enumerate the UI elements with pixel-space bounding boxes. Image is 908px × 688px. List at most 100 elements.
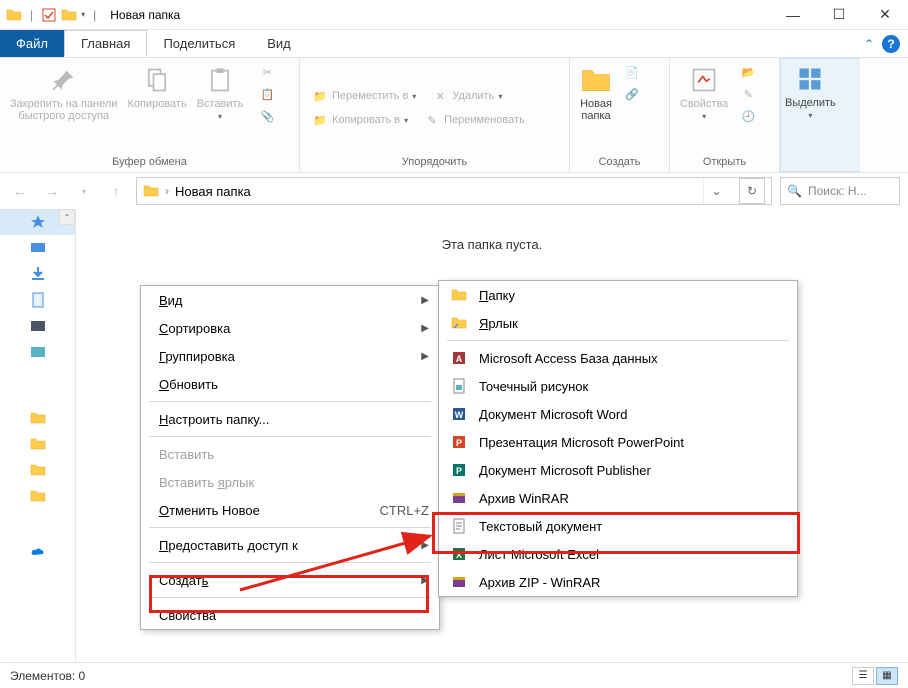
address-bar[interactable]: › Новая папка ⌄ ↻: [136, 177, 772, 205]
nav-up[interactable]: ↑: [104, 179, 128, 203]
tab-file[interactable]: Файл: [0, 30, 64, 57]
tree-videos[interactable]: [0, 313, 75, 339]
tab-share[interactable]: Поделиться: [147, 30, 251, 57]
search-icon: 🔍: [787, 184, 802, 198]
copy-path-button[interactable]: 📋: [255, 84, 279, 104]
svg-text:P: P: [456, 466, 462, 476]
history-button[interactable]: 🕘: [736, 106, 760, 126]
tab-home[interactable]: Главная: [64, 30, 147, 57]
tree-folder4[interactable]: [0, 483, 75, 509]
ribbon-tabs: Файл Главная Поделиться Вид ⌃ ?: [0, 30, 908, 58]
qat-checkbox-icon[interactable]: [41, 7, 57, 23]
view-details-button[interactable]: ☰: [852, 667, 874, 685]
context-menu: Вид▶ Сортировка▶ Группировка▶ Обновить Н…: [140, 285, 440, 630]
status-elements: Элементов: 0: [10, 669, 85, 683]
tree-onedrive[interactable]: [0, 539, 75, 565]
close-button[interactable]: ✕: [862, 0, 908, 30]
ctx-give-access[interactable]: Предоставить доступ к▶: [141, 531, 439, 559]
empty-folder-label: Эта папка пуста.: [442, 237, 543, 252]
select-button[interactable]: Выделить ▾: [783, 61, 838, 122]
ctx-new-shortcut[interactable]: Ярлык: [439, 309, 797, 337]
ctx-undo[interactable]: Отменить НовоеCTRL+Z: [141, 496, 439, 524]
folder-icon: [6, 7, 22, 23]
tree-folder3[interactable]: [0, 457, 75, 483]
svg-text:A: A: [456, 354, 463, 364]
open-button[interactable]: 📂: [736, 62, 760, 82]
breadcrumb-chevron[interactable]: ›: [165, 184, 169, 198]
nav-back[interactable]: ←: [8, 179, 32, 203]
copy-button[interactable]: Копировать: [125, 62, 188, 112]
tab-view[interactable]: Вид: [251, 30, 307, 57]
delete-button[interactable]: ✕Удалить ▾: [428, 86, 506, 106]
group-select-label: [783, 165, 858, 169]
refresh-button[interactable]: ↻: [739, 178, 765, 204]
new-folder-button[interactable]: Новая папка: [578, 62, 614, 124]
ctx-properties[interactable]: Свойства: [141, 601, 439, 629]
titlebar: | ▾ | Новая папка — ☐ ✕: [0, 0, 908, 30]
svg-text:X: X: [456, 550, 462, 560]
paste-shortcut-button[interactable]: 📎: [255, 106, 279, 126]
window-title: Новая папка: [110, 8, 180, 22]
ctx-new-zip[interactable]: Архив ZIP - WinRAR: [439, 568, 797, 596]
ctx-new-folder[interactable]: Папку: [439, 281, 797, 309]
tree-pictures[interactable]: [0, 339, 75, 365]
nav-forward[interactable]: →: [40, 179, 64, 203]
properties-button[interactable]: Свойства ▾: [678, 62, 730, 123]
group-organize-label: Упорядочить: [308, 154, 561, 170]
maximize-button[interactable]: ☐: [816, 0, 862, 30]
svg-text:W: W: [455, 410, 464, 420]
nav-recent[interactable]: ▾: [72, 179, 96, 203]
ctx-create[interactable]: Создать▶: [141, 566, 439, 594]
address-dropdown[interactable]: ⌄: [703, 178, 729, 204]
pin-quick-access-button[interactable]: Закрепить на панели быстрого доступа: [8, 62, 119, 124]
ctx-paste: Вставить: [141, 440, 439, 468]
tree-desktop[interactable]: [0, 235, 75, 261]
ctx-new-bitmap[interactable]: Точечный рисунок: [439, 372, 797, 400]
tree-scroll-up[interactable]: ⌃: [59, 209, 75, 225]
ctx-sort[interactable]: Сортировка▶: [141, 314, 439, 342]
cut-button[interactable]: ✂: [255, 62, 279, 82]
titlebar-sep2: |: [93, 8, 96, 22]
group-clipboard-label: Буфер обмена: [8, 154, 291, 170]
address-folder-icon: [143, 183, 159, 199]
context-submenu-create: Папку Ярлык AMicrosoft Access База данны…: [438, 280, 798, 597]
titlebar-sep: |: [30, 8, 33, 22]
search-box[interactable]: 🔍 Поиск: Н...: [780, 177, 900, 205]
ribbon-collapse[interactable]: ⌃: [864, 37, 874, 51]
tree-documents[interactable]: [0, 287, 75, 313]
svg-text:P: P: [456, 438, 462, 448]
ribbon: Закрепить на панели быстрого доступа Коп…: [0, 58, 908, 173]
ctx-new-winrar[interactable]: Архив WinRAR: [439, 484, 797, 512]
ctx-new-word[interactable]: WДокумент Microsoft Word: [439, 400, 797, 428]
easy-access-button[interactable]: 🔗: [620, 84, 644, 104]
qat-folder-icon[interactable]: [61, 7, 77, 23]
view-icons-button[interactable]: ▦: [876, 667, 898, 685]
group-create-label: Создать: [578, 154, 661, 170]
tree-downloads[interactable]: [0, 261, 75, 287]
tree-folder2[interactable]: [0, 431, 75, 457]
minimize-button[interactable]: —: [770, 0, 816, 30]
move-to-button[interactable]: 📁Переместить в ▾: [308, 86, 420, 106]
ctx-refresh[interactable]: Обновить: [141, 370, 439, 398]
tree-folder1[interactable]: [0, 405, 75, 431]
ctx-new-access[interactable]: AMicrosoft Access База данных: [439, 344, 797, 372]
qat-dropdown[interactable]: ▾: [81, 10, 85, 19]
ctx-new-text[interactable]: Текстовый документ: [439, 512, 797, 540]
ctx-paste-shortcut: Вставить ярлык: [141, 468, 439, 496]
edit-button[interactable]: ✎: [736, 84, 760, 104]
help-button[interactable]: ?: [882, 35, 900, 53]
ctx-group[interactable]: Группировка▶: [141, 342, 439, 370]
ctx-new-publisher[interactable]: PДокумент Microsoft Publisher: [439, 456, 797, 484]
rename-button[interactable]: ✎Переименовать: [420, 110, 529, 130]
nav-tree[interactable]: ⌃: [0, 209, 76, 662]
ctx-new-ppt[interactable]: PПрезентация Microsoft PowerPoint: [439, 428, 797, 456]
ctx-customize[interactable]: Настроить папку...: [141, 405, 439, 433]
ctx-view[interactable]: Вид▶: [141, 286, 439, 314]
new-item-button[interactable]: 📄: [620, 62, 644, 82]
search-placeholder: Поиск: Н...: [808, 184, 867, 198]
nav-row: ← → ▾ ↑ › Новая папка ⌄ ↻ 🔍 Поиск: Н...: [0, 173, 908, 209]
copy-to-button[interactable]: 📁Копировать в ▾: [308, 110, 412, 130]
breadcrumb[interactable]: Новая папка: [175, 184, 251, 199]
ctx-new-excel[interactable]: XЛист Microsoft Excel: [439, 540, 797, 568]
paste-button[interactable]: Вставить ▾: [195, 62, 246, 123]
